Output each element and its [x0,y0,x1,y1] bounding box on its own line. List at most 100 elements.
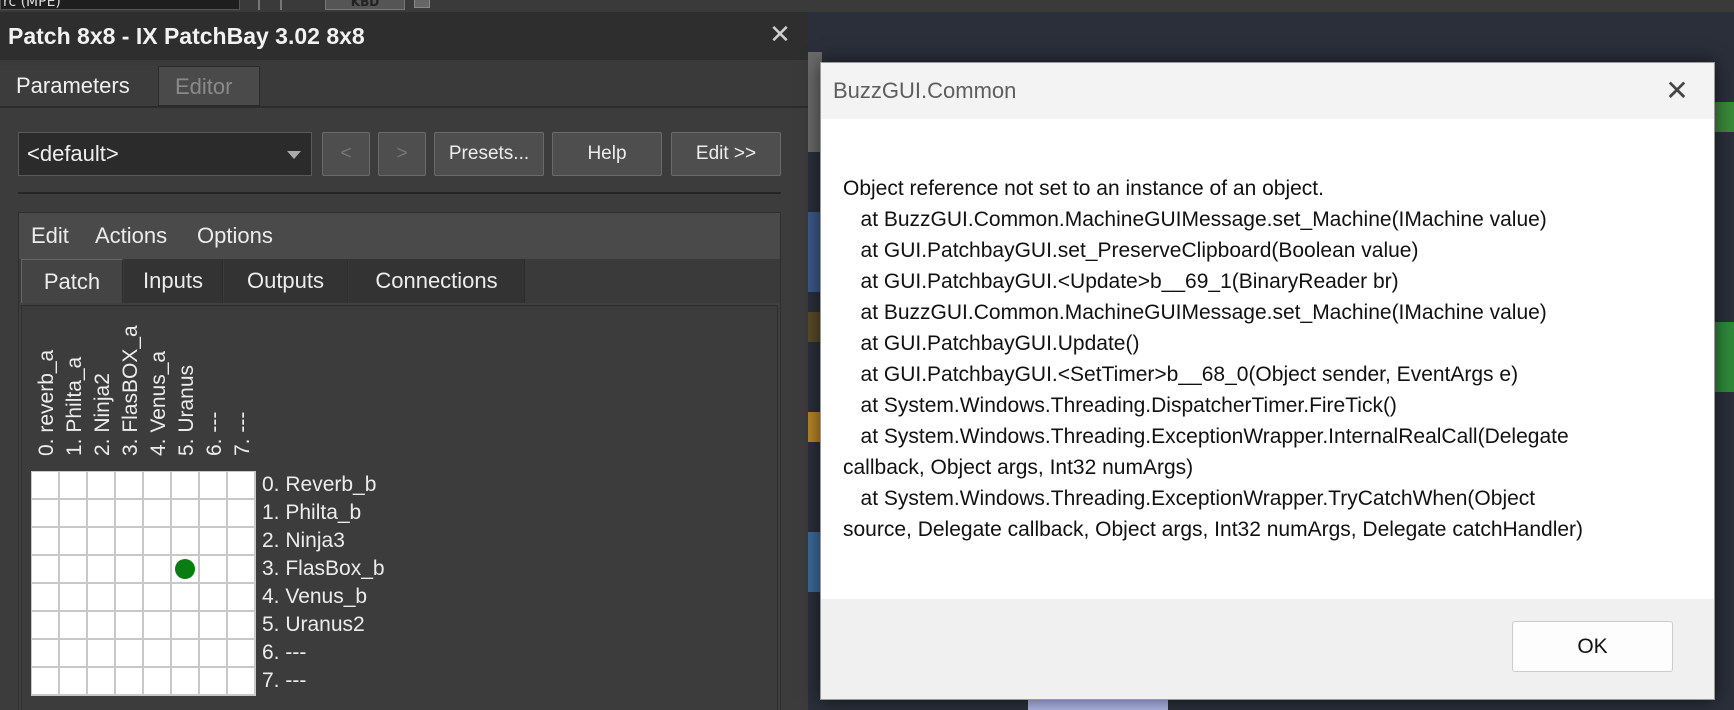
patch-cell[interactable] [228,584,254,610]
tab-inputs[interactable]: Inputs [124,259,223,303]
patch-grid[interactable] [31,471,256,696]
patch-cell[interactable] [228,668,254,694]
patch-cell[interactable] [116,528,142,554]
column-label: 2. Ninja2 [91,373,114,456]
patch-cell[interactable] [60,556,86,582]
patch-cell[interactable] [172,612,198,638]
patch-cell[interactable] [172,528,198,554]
column-label: 3. FlasBOX_a [119,325,142,456]
window-titlebar[interactable]: Patch 8x8 - IX PatchBay 3.02 8x8 ✕ [0,12,808,60]
patch-cell[interactable] [88,640,114,666]
patch-cell[interactable] [116,472,142,498]
window-title: Patch 8x8 - IX PatchBay 3.02 8x8 [8,23,365,49]
patch-cell[interactable] [172,556,198,582]
patch-cell[interactable] [200,640,226,666]
preset-select[interactable]: <default> [18,132,312,176]
patch-cell[interactable] [32,500,58,526]
patch-cell[interactable] [200,556,226,582]
patch-cell[interactable] [60,472,86,498]
next-preset-button[interactable]: > [378,132,426,176]
patch-cell[interactable] [88,472,114,498]
patch-cell[interactable] [228,640,254,666]
patch-cell[interactable] [172,640,198,666]
presets-button[interactable]: Presets... [434,132,544,176]
background-combo[interactable]: rc (MPE) [0,0,240,10]
row-label: 0. Reverb_b [262,473,377,496]
patch-cell[interactable] [116,668,142,694]
small-square-button[interactable] [414,0,430,8]
patch-cell[interactable] [60,668,86,694]
patch-cell[interactable] [88,584,114,610]
patch-cell[interactable] [116,640,142,666]
patch-cell[interactable] [144,668,170,694]
patch-cell[interactable] [60,584,86,610]
patch-cell[interactable] [32,584,58,610]
patch-cell[interactable] [32,528,58,554]
tab-outputs[interactable]: Outputs [224,259,348,303]
kbd-button[interactable]: KBD [325,0,405,10]
patch-cell[interactable] [228,612,254,638]
patch-cell[interactable] [60,528,86,554]
help-button[interactable]: Help [552,132,662,176]
tab-patch[interactable]: Patch [21,259,123,303]
patch-cell[interactable] [116,584,142,610]
message-line: at System.Windows.Threading.ExceptionWra… [843,487,1536,510]
patch-cell[interactable] [88,556,114,582]
column-label: 1. Philta_a [63,356,86,456]
tab-editor[interactable]: Editor [158,66,260,106]
top-tab-bar: Parameters Editor [0,60,808,106]
patch-cell[interactable] [200,668,226,694]
patch-cell[interactable] [88,612,114,638]
patch-cell[interactable] [172,500,198,526]
patch-cell[interactable] [116,556,142,582]
patch-cell[interactable] [200,528,226,554]
previous-preset-button[interactable]: < [322,132,370,176]
patch-cell[interactable] [228,500,254,526]
tab-connections[interactable]: Connections [349,259,525,303]
patch-cell[interactable] [228,528,254,554]
tab-parameters[interactable]: Parameters [0,66,158,106]
patch-cell[interactable] [228,472,254,498]
patch-cell[interactable] [144,640,170,666]
message-line: at GUI.PatchbayGUI.<SetTimer>b__68_0(Obj… [843,363,1519,386]
patch-cell[interactable] [200,584,226,610]
error-dialog: BuzzGUI.Common ✕ Object reference not se… [820,62,1715,700]
patch-cell[interactable] [60,612,86,638]
patch-cell[interactable] [144,472,170,498]
patch-cell[interactable] [60,640,86,666]
close-icon[interactable]: ✕ [766,21,794,49]
patch-cell[interactable] [172,584,198,610]
edit-button[interactable]: Edit >> [671,132,781,176]
patch-cell[interactable] [116,612,142,638]
patch-cell[interactable] [32,640,58,666]
patch-cell[interactable] [144,612,170,638]
patch-cell[interactable] [32,556,58,582]
patch-cell[interactable] [116,500,142,526]
patch-cell[interactable] [88,500,114,526]
patch-cell[interactable] [172,472,198,498]
patch-cell[interactable] [32,668,58,694]
menu-options[interactable]: Options [197,213,273,259]
patch-cell[interactable] [32,472,58,498]
patch-cell[interactable] [144,528,170,554]
patch-cell[interactable] [144,584,170,610]
patch-cell[interactable] [144,556,170,582]
patch-cell[interactable] [60,500,86,526]
patch-cell[interactable] [172,668,198,694]
patch-cell[interactable] [200,612,226,638]
patchbay-editor: Edit Actions Options Patch Inputs Output… [18,212,781,710]
dialog-titlebar[interactable]: BuzzGUI.Common ✕ [821,63,1714,119]
patch-cell[interactable] [200,500,226,526]
menu-edit[interactable]: Edit [31,213,69,259]
patch-tab-bar: Patch Inputs Outputs Connections [19,259,780,303]
patch-cell[interactable] [228,556,254,582]
patch-cell[interactable] [200,472,226,498]
menu-actions[interactable]: Actions [95,213,167,259]
patch-cell[interactable] [32,612,58,638]
patch-cell[interactable] [144,500,170,526]
patch-cell[interactable] [88,528,114,554]
ok-button[interactable]: OK [1512,621,1673,672]
patch-cell[interactable] [88,668,114,694]
close-icon[interactable]: ✕ [1661,75,1693,107]
row-label: 5. Uranus2 [262,613,365,636]
